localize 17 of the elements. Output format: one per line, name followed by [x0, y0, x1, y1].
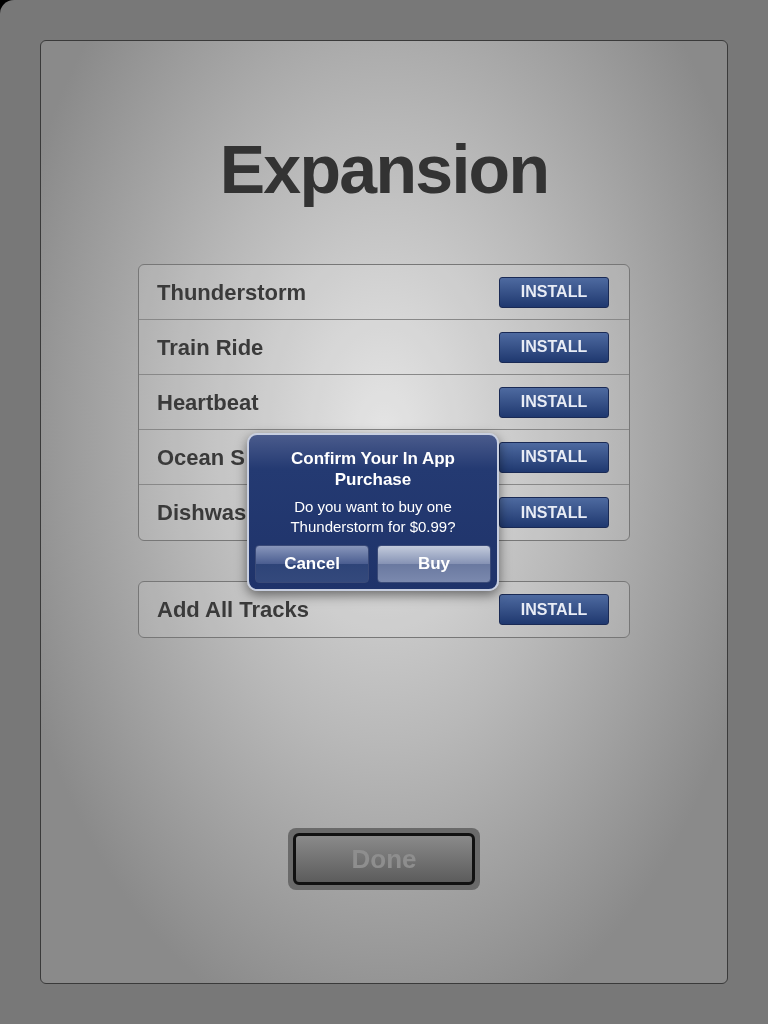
track-name: Ocean S	[157, 443, 246, 472]
install-button[interactable]: INSTALL	[499, 276, 609, 308]
track-name: Thunderstorm	[157, 278, 307, 307]
dialog-message: Do you want to buy one Thunderstorm for $0.99?	[289, 497, 457, 537]
track-name: Dishwas	[157, 499, 247, 527]
page-title: Expansion	[219, 130, 549, 209]
dialog-button[interactable]: Buy	[377, 545, 491, 583]
install-button[interactable]: INSTALL	[499, 441, 609, 473]
install-button[interactable]: INSTALL	[499, 594, 609, 625]
track-name: Train Ride	[157, 333, 264, 362]
track-name: Heartbeat	[157, 388, 259, 417]
install-button[interactable]: INSTALL	[499, 386, 609, 418]
track-name: Add All Tracks	[157, 596, 309, 624]
dialog-title: Confirm Your In App Purchase	[290, 448, 456, 490]
install-button[interactable]: INSTALL	[499, 497, 609, 528]
dialog-button[interactable]: Cancel	[255, 545, 369, 583]
install-button[interactable]: INSTALL	[499, 331, 609, 363]
